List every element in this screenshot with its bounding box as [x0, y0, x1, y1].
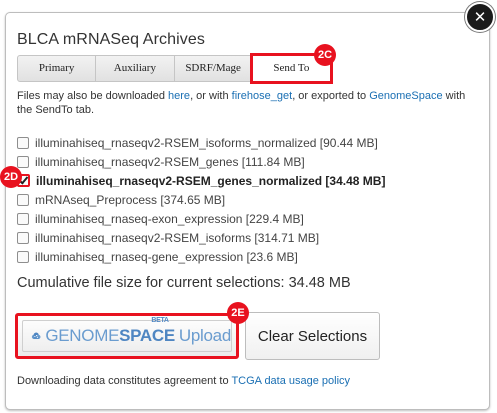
checkbox[interactable]: [17, 155, 29, 168]
genomespace-upload-button[interactable]: GENOMESPACE BETA Upload: [15, 313, 239, 359]
list-item-selected[interactable]: illuminahiseq_rnaseqv2-RSEM_genes_normal…: [17, 171, 385, 190]
callout-badge-tab: 2C: [314, 44, 336, 66]
dialog-title: BLCA mRNASeq Archives: [17, 31, 205, 48]
genomespace-logo-text: GENOMESPACE BETA Upload: [45, 317, 231, 346]
checkbox[interactable]: [17, 193, 29, 206]
checkbox[interactable]: [17, 136, 29, 149]
genomespace-cloud-icon: [31, 332, 41, 340]
list-item[interactable]: illuminahiseq_rnaseq-gene_expression [23…: [17, 247, 385, 266]
checkbox[interactable]: [17, 212, 29, 225]
tab-bar: Primary Auxiliary SDRF/Mage Send To: [17, 53, 334, 84]
tab-primary[interactable]: Primary: [18, 56, 97, 81]
callout-badge-upload: 2E: [227, 302, 249, 324]
close-icon[interactable]: ✕: [465, 2, 495, 32]
file-label: illuminahiseq_rnaseqv2-RSEM_genes_normal…: [36, 173, 386, 188]
firehose-get-link[interactable]: firehose_get: [232, 90, 293, 102]
file-label: illuminahiseq_rnaseqv2-RSEM_isoforms [31…: [35, 230, 320, 245]
footer-prefix: Downloading data constitutes agreement t…: [17, 375, 232, 387]
file-label: illuminahiseq_rnaseqv2-RSEM_genes [111.8…: [35, 154, 305, 169]
info-middle2: , or exported to: [292, 90, 370, 102]
info-prefix: Files may also be downloaded: [17, 90, 169, 102]
upload-word: Upload: [178, 326, 231, 345]
clear-selections-button[interactable]: Clear Selections: [245, 312, 380, 360]
cumulative-size: Cumulative file size for current selecti…: [17, 275, 351, 291]
callout-badge-file: 2D: [0, 166, 22, 188]
tab-auxiliary[interactable]: Auxiliary: [96, 56, 175, 81]
file-list: illuminahiseq_rnaseqv2-RSEM_isoforms_nor…: [17, 133, 385, 266]
file-label: illuminahiseq_rnaseq-exon_expression [22…: [35, 211, 304, 226]
genomespace-link[interactable]: GenomeSpace: [369, 90, 442, 102]
list-item[interactable]: illuminahiseq_rnaseqv2-RSEM_genes [111.8…: [17, 152, 385, 171]
checkbox[interactable]: [17, 250, 29, 263]
info-text: Files may also be downloaded here, or wi…: [17, 89, 477, 117]
beta-label: BETA: [151, 317, 169, 324]
file-label: mRNAseq_Preprocess [374.65 MB]: [35, 192, 226, 207]
info-middle: , or with: [190, 90, 232, 102]
list-item[interactable]: illuminahiseq_rnaseqv2-RSEM_isoforms_nor…: [17, 133, 385, 152]
file-label: illuminahiseq_rnaseq-gene_expression [23…: [35, 249, 298, 264]
tab-sdrf-mage[interactable]: SDRF/Mage: [175, 56, 253, 81]
genomespace-upload-inner: GENOMESPACE BETA Upload: [22, 317, 232, 352]
footer-text: Downloading data constitutes agreement t…: [17, 375, 350, 387]
page: ✕ BLCA mRNASeq Archives Primary Auxiliar…: [0, 0, 497, 413]
genome-word: GENOME: [45, 326, 120, 345]
usage-policy-link[interactable]: TCGA data usage policy: [231, 375, 350, 387]
file-label: illuminahiseq_rnaseqv2-RSEM_isoforms_nor…: [35, 135, 378, 150]
space-word: SPACE: [119, 326, 175, 345]
list-item[interactable]: illuminahiseq_rnaseq-exon_expression [22…: [17, 209, 385, 228]
checkbox[interactable]: [17, 231, 29, 244]
list-item[interactable]: mRNAseq_Preprocess [374.65 MB]: [17, 190, 385, 209]
list-item[interactable]: illuminahiseq_rnaseqv2-RSEM_isoforms [31…: [17, 228, 385, 247]
here-link[interactable]: here: [168, 90, 190, 102]
